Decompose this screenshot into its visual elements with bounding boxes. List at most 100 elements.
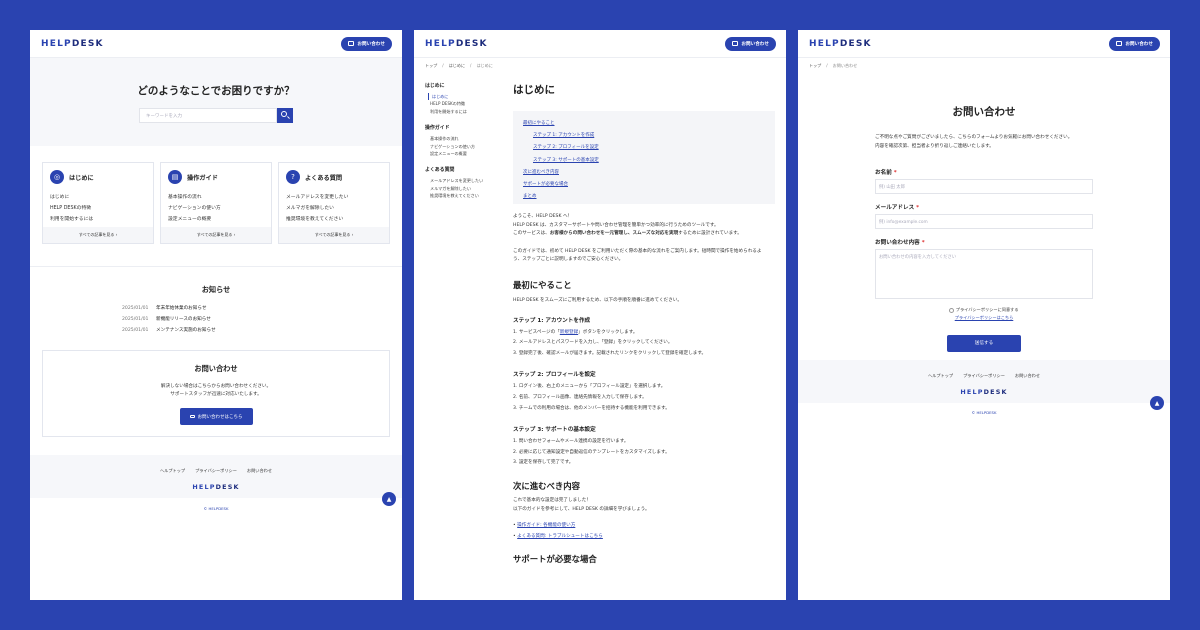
sidebar-item[interactable]: 推奨環境を教えてください [430,192,495,199]
home-page-panel: HELPDESK お問い合わせ どのようなことでお困りですか？ キーワードを入力… [30,30,402,600]
step-heading: ステップ 3: サポートの基本設定 [513,427,596,434]
search-bar: キーワードを入力 [30,108,402,123]
sidebar-nav: はじめに はじめに HELP DESKの特徴 利用を開始するには 操作ガイド 基… [425,82,495,200]
footer-logo[interactable]: HELPDESK [30,483,402,491]
privacy-policy-link[interactable]: プライバシーポリシーはこちら [875,315,1093,321]
footer-link[interactable]: プライバシーポリシー [963,373,1005,379]
article-title: はじめに [513,84,555,96]
header-contact-button[interactable]: お問い合わせ [341,36,392,51]
breadcrumb-item[interactable]: はじめに [449,63,465,69]
toc-link[interactable]: 最初にやること [523,118,765,130]
chevron-up-icon: ▲ [1154,399,1160,407]
card-link[interactable]: 利用を開始するには [50,214,153,225]
site-logo[interactable]: HELPDESK [425,39,488,49]
article: はじめに 最初にやること ステップ 1: アカウントを作成 ステップ 2: プロ… [513,82,775,565]
toc-link[interactable]: サポートが必要な場合 [523,179,765,191]
card-link[interactable]: はじめに [50,192,153,203]
card-link[interactable]: 基本操作の流れ [168,192,271,203]
card-link[interactable]: HELP DESKの特徴 [50,203,153,214]
sidebar-item[interactable]: メルマガを解除したい [430,185,495,192]
sidebar-item[interactable]: ナビゲーションの使い方 [430,143,495,150]
site-logo[interactable]: HELPDESK [41,39,104,49]
contact-title: お問い合わせ [952,106,1016,118]
footer-link[interactable]: ヘルプトップ [160,468,185,474]
toc-link[interactable]: まとめ [523,191,765,203]
footer-link[interactable]: お問い合わせ [1015,373,1040,379]
sidebar-item[interactable]: メールアドレスを変更したい [430,177,495,184]
mail-icon [732,41,739,46]
card-more-link[interactable]: すべての記事を見る › [161,227,271,243]
header-contact-button[interactable]: お問い合わせ [1109,36,1160,51]
search-button[interactable] [277,108,293,123]
sidebar-item[interactable]: 基本操作の流れ [430,135,495,142]
site-footer: ヘルプトップ プライバシーポリシー お問い合わせ HELPDESK [30,455,402,498]
back-to-top-button[interactable]: ▲ [1150,396,1164,410]
card-link[interactable]: メールアドレスを変更したい [286,192,389,203]
site-logo[interactable]: HELPDESK [809,39,872,49]
step-heading: ステップ 2: プロフィールを設定 [513,372,596,379]
back-to-top-button[interactable]: ▲ [382,492,396,506]
sidebar-item-active[interactable]: はじめに [428,93,495,101]
name-input[interactable]: 例) 山田 太郎 [875,179,1093,194]
card-title: はじめに [69,174,94,182]
card-link[interactable]: 設定メニューの概要 [168,214,271,225]
guide-link[interactable]: 操作ガイド: 各機能の使い方 [517,523,575,528]
header-contact-button[interactable]: お問い合わせ [725,36,776,51]
card-more-link[interactable]: すべての記事を見る › [279,227,389,243]
contact-description: ご不明な点やご質問がございましたら、こちらのフォームよりお気軽にお問い合わせくだ… [875,135,1073,149]
sidebar-heading: よくある質問 [425,167,455,174]
email-input[interactable]: 例) info@example.com [875,214,1093,229]
breadcrumb-item[interactable]: トップ [425,63,437,69]
news-item[interactable]: 2025/01/01 新機能リリースのお知らせ [122,314,402,325]
card-more-link[interactable]: すべての記事を見る › [43,227,153,243]
sidebar-item[interactable]: 利用を開始するには [430,108,495,115]
footer-link[interactable]: お問い合わせ [247,468,272,474]
toc-link[interactable]: ステップ 1: アカウントを作成 [533,130,765,142]
copyright: © HELPDESK [203,506,229,511]
intro-text: ようこそ、HELP DESK へ！ HELP DESK は、カスタマーサポートや… [513,214,742,237]
toc-link[interactable]: 次に進むべき内容 [523,167,765,179]
mail-icon [1116,41,1123,46]
section-heading: 次に進むべき内容 [513,480,580,491]
section-text: これで基本的な設定は完了しました！ 以下のガイドを参考にして、HELP DESK… [513,497,650,512]
news-title: お知らせ [201,285,231,294]
guide-page-panel: HELPDESK お問い合わせ トップ / はじめに / はじめに はじめに はじめ… [414,30,786,600]
footer-logo[interactable]: HELPDESK [798,388,1170,396]
site-header: HELPDESK お問い合わせ [798,30,1170,58]
submit-button[interactable]: 送信する [947,335,1021,352]
book-icon: ▤ [168,170,182,184]
toc-link[interactable]: ステップ 3: サポートの基本設定 [533,155,765,167]
card-link[interactable]: メルマガを解除したい [286,203,389,214]
search-input[interactable]: キーワードを入力 [139,108,277,123]
footer-link[interactable]: プライバシーポリシー [195,468,237,474]
news-item[interactable]: 2025/01/01 メンテナンス実施のお知らせ [122,325,402,336]
chevron-right-icon: › [233,232,236,237]
breadcrumb-item[interactable]: トップ [809,63,821,69]
chat-question-icon: ? [286,170,300,184]
table-of-contents: 最初にやること ステップ 1: アカウントを作成 ステップ 2: プロフィールを… [513,111,775,204]
news-item[interactable]: 2025/01/01 年末年始休業のお知らせ [122,303,402,314]
card-link[interactable]: 推奨環境を教えてください [286,214,389,225]
step-list: 1. ログイン後、右上のメニューから「プロフィール設定」を選択します。 2. 名… [513,384,670,411]
copyright: © HELPDESK [971,410,997,415]
sidebar-heading: はじめに [425,83,445,89]
card-link[interactable]: ナビゲーションの使い方 [168,203,271,214]
breadcrumb: トップ / はじめに / はじめに [425,63,493,69]
site-footer: ヘルプトップ プライバシーポリシー お問い合わせ HELPDESK [798,360,1170,403]
footer-link[interactable]: ヘルプトップ [928,373,953,379]
privacy-checkbox[interactable] [949,307,955,313]
privacy-consent: プライバシーポリシーに同意する プライバシーポリシーはこちら [875,307,1093,321]
sidebar-item[interactable]: HELP DESKの特徴 [430,100,495,107]
step-heading: ステップ 1: アカウントを作成 [513,317,591,324]
message-textarea[interactable]: お問い合わせの内容を入力してください [875,249,1093,299]
faq-link[interactable]: よくある質問: トラブルシュートはこちら [517,534,603,539]
contact-callout-button[interactable]: お問い合わせはこちら [179,408,253,425]
sidebar-item[interactable]: 設定メニューの概要 [430,150,495,157]
contact-callout: お問い合わせ 解決しない場合はこちらからお問い合わせください。 サポートスタッフが… [42,350,390,437]
section-heading: サポートが必要な場合 [513,554,597,565]
next-links: • 操作ガイド: 各機能の使い方 • よくある質問: トラブルシュートはこちら [513,523,603,539]
signup-link[interactable]: 新規登録 [560,330,578,335]
toc-link[interactable]: ステップ 2: プロフィールを設定 [533,142,765,154]
hero-title: どのようなことでお困りですか？ [137,85,295,97]
step-list: 1. 問い合わせフォームやメール連携の設定を行います。 2. 必要に応じて通知設… [513,439,670,466]
